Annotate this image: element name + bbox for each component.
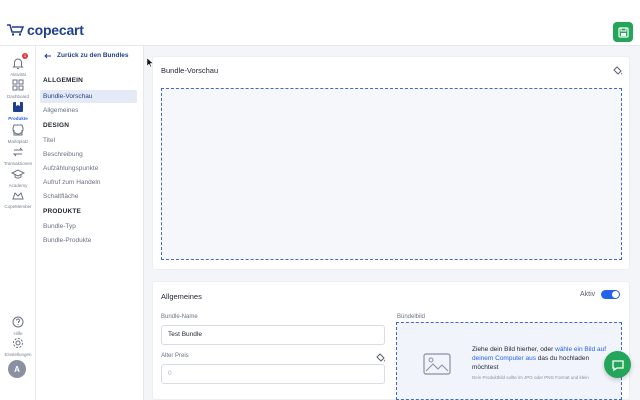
bundle-preview-title: Bundle-Vorschau — [161, 66, 219, 75]
image-placeholder-icon — [423, 353, 451, 375]
help-icon — [11, 315, 25, 329]
active-toggle-group: Aktiv — [580, 290, 621, 299]
nav-item-bundle-type[interactable]: Bundle-Typ — [40, 220, 137, 233]
section-heading-general: ALLGEMEIN — [43, 77, 84, 84]
bundle-name-input[interactable]: Test Bundle — [161, 325, 385, 345]
gear-icon — [11, 336, 25, 350]
notification-badge: 1 — [22, 53, 28, 59]
arrow-left-icon — [44, 53, 51, 58]
chat-button[interactable] — [604, 351, 631, 378]
rail-item-activity[interactable]: 1 Aktivität — [0, 53, 36, 77]
nav-item-bundle-products[interactable]: Bundle-Produkte — [40, 234, 137, 247]
old-price-input[interactable]: 0 — [161, 364, 385, 384]
nav-item-description[interactable]: Beschreibung — [40, 148, 137, 161]
bundle-preview-area — [161, 88, 622, 260]
nav-item-call-to-action[interactable]: Aufruf zum Handeln — [40, 176, 137, 189]
paint-bucket-icon[interactable] — [375, 352, 386, 363]
active-toggle[interactable] — [601, 290, 621, 299]
top-bar: copecart — [0, 0, 640, 46]
nav-item-bundle-preview[interactable]: Bundle-Vorschau — [40, 90, 137, 103]
section-heading-products: PRODUKTE — [43, 208, 82, 215]
rail-item-dashboard[interactable]: Dashboard — [0, 78, 36, 99]
rail-label: CopeMember — [4, 204, 32, 209]
floppy-disk-icon — [617, 26, 629, 38]
section-nav: Zurück zu den Bundles ALLGEMEIN Bundle-V… — [36, 46, 144, 400]
bell-icon: 1 — [11, 53, 28, 70]
rail-item-help[interactable]: Hilfe — [0, 315, 36, 336]
rail-label: Dashboard — [6, 94, 29, 99]
rail-item-marketplace[interactable]: Marktplatz — [0, 123, 36, 144]
paint-bucket-icon[interactable] — [612, 65, 623, 76]
image-upload-dropzone[interactable]: Ziehe dein Bild hierher, oder wähle ein … — [396, 322, 622, 400]
rail-label: Einstellungen — [4, 352, 32, 357]
nav-item-general[interactable]: Allgemeines — [40, 104, 137, 117]
general-title: Allgemeines — [161, 292, 202, 301]
old-price-label: Alter Preis — [161, 353, 189, 359]
shop-icon — [11, 123, 25, 137]
rail-label: Transaktionen — [3, 161, 33, 166]
rail-label: Produkte — [8, 116, 28, 121]
rail-item-transactions[interactable]: Transaktionen — [0, 145, 36, 166]
nav-item-button[interactable]: Schaltfläche — [40, 190, 137, 203]
rail-label: Aktivität — [10, 72, 26, 77]
rail-item-settings[interactable]: Einstellungen — [0, 336, 36, 357]
cart-icon — [7, 24, 24, 36]
avatar[interactable]: A — [8, 360, 26, 378]
upload-instructions: Ziehe dein Bild hierher, oder wähle ein … — [472, 345, 617, 372]
member-icon — [11, 188, 25, 202]
upload-note: Dein Produktbild sollte im JPG oder PNG … — [472, 375, 589, 380]
rail-item-products[interactable]: Produkte — [0, 100, 36, 121]
icon-rail: 1 Aktivität Dashboard Produkte Marktplat… — [0, 46, 36, 400]
academy-icon — [10, 167, 26, 181]
mouse-cursor-icon — [147, 58, 153, 67]
chat-icon — [611, 359, 624, 371]
section-heading-design: DESIGN — [43, 122, 70, 129]
bundle-image-label: Bündelbild — [397, 314, 426, 320]
active-label: Aktiv — [580, 291, 596, 298]
upload-text-1: Ziehe dein Bild hierher, oder — [472, 346, 554, 353]
nav-item-title[interactable]: Titel — [40, 134, 137, 147]
bundle-name-label: Bundle-Name — [161, 314, 198, 320]
back-link-label: Zurück zu den Bundles — [57, 52, 129, 59]
rail-label: Marktplatz — [7, 139, 29, 144]
grid-icon — [11, 78, 25, 92]
rail-item-academy[interactable]: Academy — [0, 167, 36, 188]
transfer-icon — [11, 145, 25, 159]
back-to-bundles-link[interactable]: Zurück zu den Bundles — [44, 52, 129, 59]
save-button[interactable] — [613, 22, 633, 42]
copecart-logo[interactable]: copecart — [6, 22, 84, 38]
logo-text: copecart — [27, 22, 84, 38]
box-icon — [11, 100, 25, 114]
rail-item-copemember[interactable]: CopeMember — [0, 188, 36, 209]
nav-item-bullet-points[interactable]: Aufzählungspunkte — [40, 162, 137, 175]
